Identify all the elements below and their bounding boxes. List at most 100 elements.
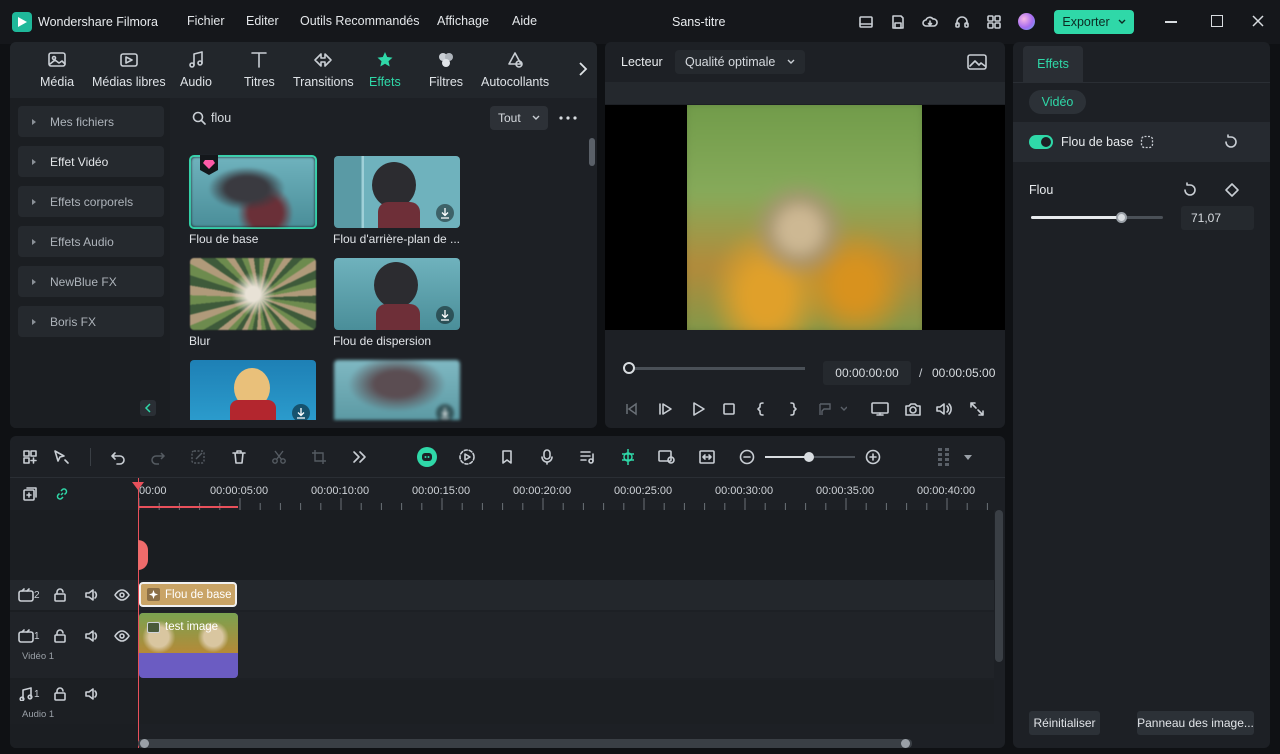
snapshot-icon[interactable] xyxy=(904,401,922,417)
mask-icon[interactable] xyxy=(1140,135,1154,149)
video-preview[interactable] xyxy=(605,105,1005,330)
add-track-icon[interactable] xyxy=(22,486,38,502)
menu-outils[interactable]: Outils Recommandés xyxy=(300,14,420,28)
minimize-icon[interactable] xyxy=(1165,21,1177,23)
player-scrubber-handle[interactable] xyxy=(623,362,635,374)
track-height-icon[interactable] xyxy=(936,446,952,468)
effect-card-flou-dispersion[interactable] xyxy=(334,258,460,330)
tab-filters[interactable]: Filtres xyxy=(429,50,463,89)
player-tab[interactable]: Lecteur xyxy=(621,55,663,69)
mute-icon[interactable] xyxy=(85,588,99,602)
search-input[interactable]: flou xyxy=(211,111,231,125)
snap-magnet-icon[interactable] xyxy=(619,448,637,466)
effect-card-blur[interactable] xyxy=(190,258,316,330)
download-icon[interactable] xyxy=(436,204,454,222)
playhead-handle[interactable] xyxy=(132,482,144,490)
delete-icon[interactable] xyxy=(231,449,247,465)
apps-grid-icon[interactable] xyxy=(986,14,1002,30)
menu-editer[interactable]: Editer xyxy=(246,14,279,28)
avatar[interactable] xyxy=(1018,13,1035,30)
category-effets-corporels[interactable]: Effets corporels xyxy=(18,186,164,217)
tab-stickers[interactable]: Autocollants xyxy=(481,50,549,89)
current-time[interactable]: 00:00:00:00 xyxy=(823,361,911,385)
marker-shield-icon[interactable] xyxy=(499,449,515,465)
ai-cut-icon[interactable] xyxy=(190,449,208,465)
display-icon[interactable] xyxy=(871,401,889,417)
playhead-line[interactable] xyxy=(138,478,139,748)
export-button[interactable]: Exporter xyxy=(1054,10,1134,34)
tab-transitions[interactable]: Transitions xyxy=(293,50,354,89)
tabs-next-icon[interactable] xyxy=(578,62,588,76)
reset-effect-icon[interactable] xyxy=(1223,134,1239,150)
tab-effets-properties[interactable]: Effets xyxy=(1023,46,1083,82)
work-area-bar[interactable] xyxy=(139,506,238,508)
effect-card-flou-arriere-plan[interactable] xyxy=(334,156,460,228)
keyframe-icon[interactable] xyxy=(1224,182,1240,198)
cloud-icon[interactable] xyxy=(922,14,938,30)
mute-icon[interactable] xyxy=(85,687,99,701)
reset-param-icon[interactable] xyxy=(1182,182,1198,198)
player-scrubber-track[interactable] xyxy=(625,367,805,370)
close-icon[interactable] xyxy=(1251,14,1265,28)
marker-icon[interactable] xyxy=(817,401,847,417)
step-forward-icon[interactable] xyxy=(657,401,673,417)
preview-track-icon[interactable] xyxy=(658,449,676,465)
lock-icon[interactable] xyxy=(53,629,67,643)
menu-aide[interactable]: Aide xyxy=(512,14,537,28)
layout-icon[interactable] xyxy=(858,14,874,30)
effect-card-5[interactable] xyxy=(190,360,316,420)
more-options-icon[interactable] xyxy=(559,116,577,120)
menu-fichier[interactable]: Fichier xyxy=(187,14,225,28)
mute-icon[interactable] xyxy=(85,629,99,643)
tab-media[interactable]: Média xyxy=(40,50,74,89)
category-mes-fichiers[interactable]: Mes fichiers xyxy=(18,106,164,137)
download-icon[interactable] xyxy=(436,306,454,324)
fullscreen-icon[interactable] xyxy=(969,401,985,417)
eye-icon[interactable] xyxy=(114,588,130,602)
menu-affichage[interactable]: Affichage xyxy=(437,14,489,28)
effect-card-6[interactable] xyxy=(334,360,460,420)
download-icon[interactable] xyxy=(292,404,310,420)
tab-free-media[interactable]: Médias libres xyxy=(92,50,166,89)
save-icon[interactable] xyxy=(890,14,906,30)
prev-frame-icon[interactable] xyxy=(623,401,639,417)
stop-icon[interactable] xyxy=(721,401,737,417)
headset-icon[interactable] xyxy=(954,14,970,30)
maximize-icon[interactable] xyxy=(1211,15,1223,27)
fit-timeline-icon[interactable] xyxy=(699,449,715,465)
subtab-video[interactable]: Vidéo xyxy=(1029,90,1086,114)
effect-clip[interactable]: Flou de base xyxy=(139,582,237,607)
microphone-icon[interactable] xyxy=(539,449,555,465)
link-icon[interactable] xyxy=(54,486,70,502)
category-effet-video[interactable]: Effet Vidéo xyxy=(18,146,164,177)
zoom-slider-handle[interactable] xyxy=(804,452,814,462)
redo-icon[interactable] xyxy=(150,449,166,465)
effect-toggle[interactable] xyxy=(1029,135,1053,149)
category-newblue-fx[interactable]: NewBlue FX xyxy=(18,266,164,297)
library-scrollbar[interactable] xyxy=(589,138,595,166)
flou-value-input[interactable]: 71,07 xyxy=(1181,206,1254,230)
timeline-vertical-scrollbar[interactable] xyxy=(995,510,1003,662)
quality-dropdown[interactable]: Qualité optimale xyxy=(675,50,805,74)
tab-titles[interactable]: Titres xyxy=(244,50,275,89)
category-boris-fx[interactable]: Boris FX xyxy=(18,306,164,337)
keyframe-panel-button[interactable]: Panneau des image... xyxy=(1137,711,1254,735)
mark-in-icon[interactable] xyxy=(753,401,769,417)
select-tool-icon[interactable] xyxy=(52,449,70,465)
play-icon[interactable] xyxy=(690,401,706,417)
timeline-horizontal-scrollbar[interactable] xyxy=(138,739,912,748)
collapse-sidebar-button[interactable] xyxy=(140,400,156,416)
crop-icon[interactable] xyxy=(311,449,327,465)
undo-icon[interactable] xyxy=(110,449,126,465)
video-clip[interactable]: test image xyxy=(139,613,238,678)
filter-dropdown[interactable]: Tout xyxy=(490,106,548,130)
effect-card-flou-de-base[interactable] xyxy=(189,155,317,229)
lock-icon[interactable] xyxy=(53,687,67,701)
ai-assistant-icon[interactable] xyxy=(417,447,437,467)
lock-icon[interactable] xyxy=(53,588,67,602)
layout-switch-icon[interactable] xyxy=(22,449,38,465)
image-compare-icon[interactable] xyxy=(967,54,987,70)
tab-audio[interactable]: Audio xyxy=(180,50,212,89)
render-preview-icon[interactable] xyxy=(458,448,476,466)
tab-effects[interactable]: Effets xyxy=(369,50,401,89)
